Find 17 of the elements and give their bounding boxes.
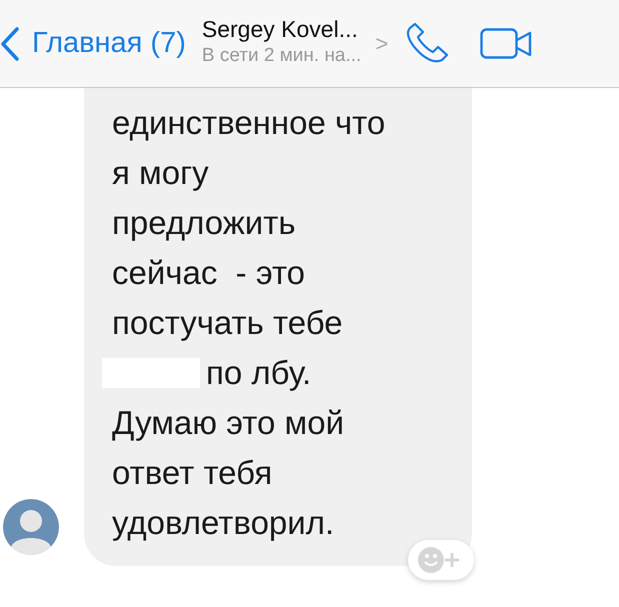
phone-icon[interactable] [404, 22, 450, 66]
online-status: В сети 2 мин. на... [202, 44, 362, 68]
message-text-line: единственное что [112, 103, 386, 143]
message-text-line: постучать тебе [112, 303, 343, 343]
message-text-line: ответ тебя [112, 453, 272, 493]
chevron-icon[interactable]: > [375, 26, 388, 60]
contact-name[interactable]: Sergey Kovel... [202, 16, 362, 42]
back-button[interactable]: Главная (7) [0, 26, 186, 62]
video-camera-icon[interactable] [480, 28, 532, 60]
message-text-line: Думаю это мой [112, 403, 344, 443]
message-text-line: по лбу. [206, 353, 312, 393]
message-text-line: предложить [112, 203, 296, 243]
message-text-line: сейчас - это [112, 253, 306, 293]
avatar-silhouette [3, 499, 59, 555]
message-text-line: я могу [112, 153, 209, 193]
back-chevron-icon [0, 26, 20, 62]
message-text-line: удовлетворил. [112, 503, 334, 543]
